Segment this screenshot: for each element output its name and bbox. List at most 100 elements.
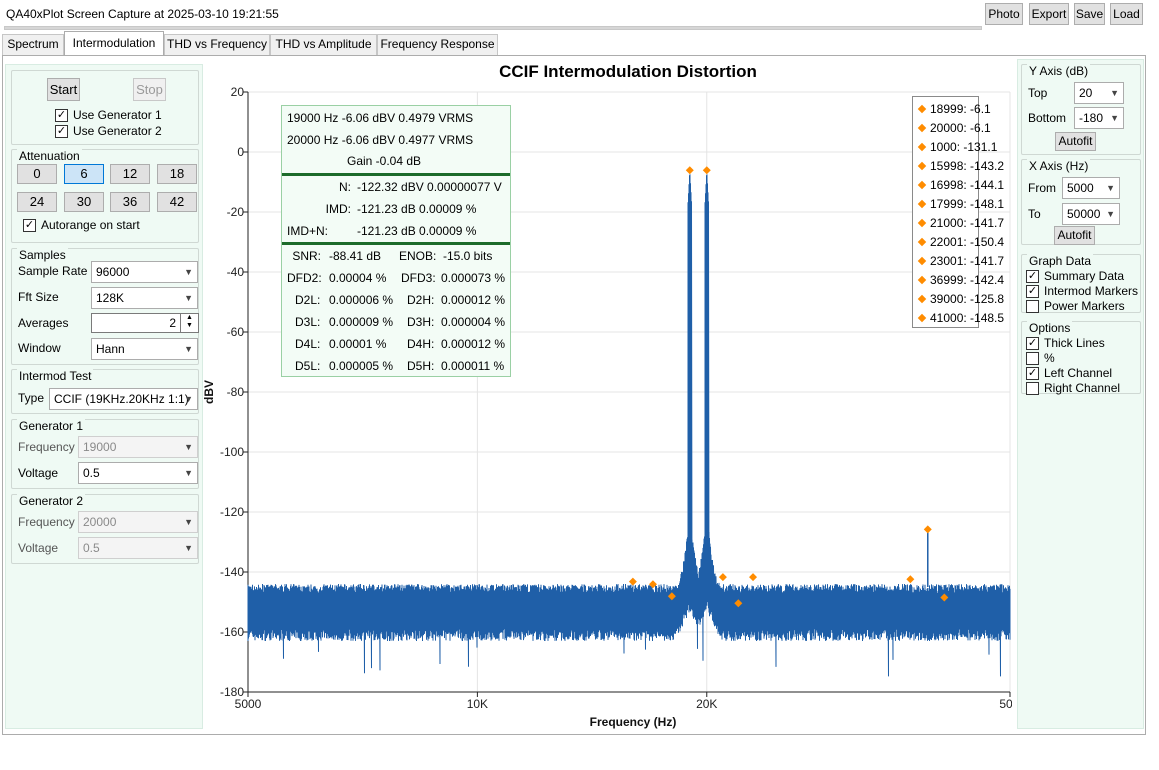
summary-d2h-value: 0.000012 % (441, 293, 506, 307)
spinner-arrows-icon[interactable]: ▲ ▼ (180, 314, 198, 332)
window-select[interactable]: Hann ▼ (91, 338, 198, 360)
diamond-marker-icon (917, 123, 927, 133)
load-button[interactable]: Load (1110, 3, 1143, 25)
run-group: Start Stop ✓ Use Generator 1 ✓ Use Generat… (11, 70, 199, 145)
gen1-frequency-select[interactable]: 19000 ▼ (78, 436, 198, 458)
y-tick-label: 0 (237, 145, 244, 159)
summary-dfd3-label: DFD3: (401, 271, 436, 285)
percent-label: % (1044, 351, 1055, 365)
intermod-markers-checkbox[interactable]: ✓ Intermod Markers (1026, 284, 1138, 298)
attenuation-6-button[interactable]: 6 (64, 164, 104, 184)
tab-frequency-response[interactable]: Frequency Response (377, 34, 498, 55)
attenuation-30-button[interactable]: 30 (64, 192, 104, 212)
summary-snr-label: SNR: (292, 249, 321, 263)
x-from-value: 5000 (1067, 181, 1094, 195)
marker-list-item: 16998: -144.1 (917, 176, 1004, 194)
generator-2-group: Generator 2 Frequency 20000 ▼ Voltage 0.5… (11, 494, 199, 564)
marker-list-text: 15998: -143.2 (930, 159, 1005, 173)
photo-button[interactable]: Photo (985, 3, 1023, 25)
attenuation-24-button[interactable]: 24 (17, 192, 57, 212)
summary-dfd2-label: DFD2: (287, 271, 322, 285)
attenuation-12-button[interactable]: 12 (110, 164, 150, 184)
summary-d2l-label: D2L: (295, 293, 321, 307)
generator-1-label: Generator 1 (17, 419, 86, 433)
summary-imdn-label: IMD+N: (287, 224, 329, 238)
attenuation-0-button[interactable]: 0 (17, 164, 57, 184)
marker-list-text: 36999: -142.4 (930, 273, 1005, 287)
marker-list-item: 23001: -141.7 (917, 252, 1004, 270)
tab-intermodulation[interactable]: Intermodulation (64, 31, 164, 55)
summary-d3h-label: D3H: (407, 315, 435, 329)
x-from-select[interactable]: 5000 ▼ (1062, 177, 1120, 199)
marker-list-item: 17999: -148.1 (917, 195, 1004, 213)
y-bottom-select[interactable]: -180 ▼ (1074, 107, 1124, 129)
attenuation-42-button[interactable]: 42 (157, 192, 197, 212)
title-bar: QA40xPlot Screen Capture at 2025-03-10 1… (0, 0, 1159, 30)
title-scrollbar[interactable] (4, 26, 982, 30)
summary-dfd2-value: 0.00004 % (329, 271, 387, 285)
x-axis-label: Frequency (Hz) (590, 715, 677, 729)
tab-spectrum[interactable]: Spectrum (2, 34, 64, 55)
y-tick-label: -120 (220, 505, 244, 519)
summary-d4l-value: 0.00001 % (329, 337, 387, 351)
intermod-type-value: CCIF (19KHz.20KHz 1:1) (54, 392, 189, 406)
y-tick-label: -140 (220, 565, 244, 579)
fft-size-select[interactable]: 128K ▼ (91, 287, 198, 309)
power-markers-checkbox[interactable]: Power Markers (1026, 299, 1125, 313)
summary-tone-2: 20000 Hz -6.06 dBV 0.4977 VRMS (287, 133, 474, 147)
export-button[interactable]: Export (1029, 3, 1069, 25)
x-to-select[interactable]: 50000 ▼ (1062, 203, 1120, 225)
summary-enob-value: -15.0 bits (443, 249, 493, 263)
chevron-down-icon: ▼ (1110, 88, 1119, 98)
diamond-marker-icon (917, 161, 927, 171)
marker-list-text: 18999: -6.1 (930, 102, 991, 116)
attenuation-18-button[interactable]: 18 (157, 164, 197, 184)
x-autofit-button[interactable]: Autofit (1054, 226, 1095, 245)
use-generator-1-label: Use Generator 1 (73, 108, 162, 122)
sample-rate-label: Sample Rate (18, 264, 88, 278)
marker-list-item: 22001: -150.4 (917, 233, 1004, 251)
use-generator-1-checkbox[interactable]: ✓ Use Generator 1 (55, 108, 162, 122)
y-top-select[interactable]: 20 ▼ (1074, 82, 1124, 104)
x-from-label: From (1028, 181, 1056, 195)
averages-value: 2 (169, 316, 176, 330)
samples-group: Samples Sample Rate 96000 ▼ Fft Size 128K… (11, 248, 199, 365)
tab-thd-vs-amplitude[interactable]: THD vs Amplitude (270, 34, 377, 55)
marker-list-item: 20000: -6.1 (917, 119, 991, 137)
gen1-voltage-value: 0.5 (83, 466, 100, 480)
marker-list: 18999: -6.1 20000: -6.1 1000: -131.1 15998:… (912, 96, 1004, 328)
fft-size-label: Fft Size (18, 290, 59, 304)
summary-n-label: N: (339, 180, 351, 194)
percent-checkbox[interactable]: % (1026, 351, 1055, 365)
left-channel-checkbox[interactable]: ✓ Left Channel (1026, 366, 1112, 380)
summary-d5l-value: 0.000005 % (329, 359, 394, 373)
thick-lines-checkbox[interactable]: ✓ Thick Lines (1026, 336, 1105, 350)
save-button[interactable]: Save (1074, 3, 1105, 25)
window-value: Hann (96, 342, 125, 356)
marker-list-item: 1000: -131.1 (917, 138, 997, 156)
use-generator-2-checkbox[interactable]: ✓ Use Generator 2 (55, 124, 162, 138)
y-tick-label: -20 (227, 205, 245, 219)
summary-d5l-label: D5L: (295, 359, 321, 373)
y-top-value: 20 (1079, 86, 1093, 100)
autorange-checkbox[interactable]: ✓ Autorange on start (23, 218, 140, 232)
x-tick-label: 10K (467, 697, 488, 711)
checkbox-check-icon: ✓ (23, 218, 36, 232)
tab-thd-vs-frequency[interactable]: THD vs Frequency (164, 34, 270, 55)
summary-n-value: -122.32 dBV 0.00000077 V (357, 180, 502, 194)
gen2-frequency-select[interactable]: 20000 ▼ (78, 511, 198, 533)
right-channel-checkbox[interactable]: Right Channel (1026, 381, 1120, 395)
stop-button[interactable]: Stop (133, 78, 166, 101)
intermod-type-select[interactable]: CCIF (19KHz.20KHz 1:1) ▼ (49, 388, 198, 410)
y-tick-label: -60 (227, 325, 245, 339)
averages-stepper[interactable]: 2 ▲ ▼ (91, 313, 199, 333)
gen2-voltage-select[interactable]: 0.5 ▼ (78, 537, 198, 559)
diamond-marker-icon (917, 104, 927, 114)
summary-data-checkbox[interactable]: ✓ Summary Data (1026, 269, 1124, 283)
gen1-voltage-select[interactable]: 0.5 ▼ (78, 462, 198, 484)
start-button[interactable]: Start (47, 78, 80, 101)
attenuation-36-button[interactable]: 36 (110, 192, 150, 212)
diamond-marker-icon (917, 180, 927, 190)
y-autofit-button[interactable]: Autofit (1055, 132, 1096, 151)
sample-rate-select[interactable]: 96000 ▼ (91, 261, 198, 283)
